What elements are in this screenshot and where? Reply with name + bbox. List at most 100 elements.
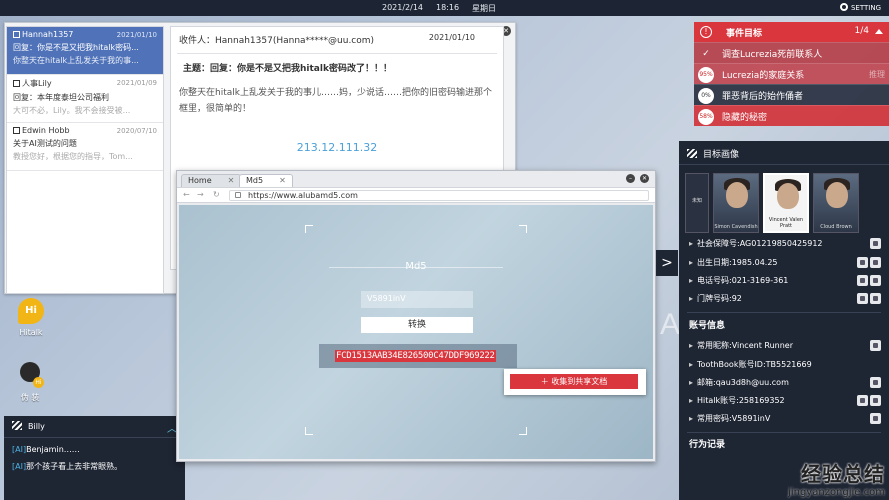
nav-bar: ← → ↻ https://www.alubamd5.com (177, 187, 655, 203)
goal-item[interactable]: ✓ 调查Lucrezia死前联系人 (694, 42, 889, 63)
info-text: 门牌号码:92 (697, 294, 742, 303)
info-text: 常用密码:V5891inV (697, 414, 771, 423)
chat-message: [AI]Benjamin…… (4, 438, 185, 455)
mail-subject: 回复：本年度泰坦公司福利 (13, 93, 109, 102)
setting-button[interactable]: SETTING (839, 3, 881, 12)
chat-panel: Billy ︿ [AI]Benjamin…… [AI]那个孩子看上去非常眼熟。 (4, 416, 185, 500)
context-menu: ＋ 收集到共享文档 (504, 369, 646, 395)
photo-simon[interactable]: Simon Cavendish (713, 173, 759, 233)
close-tab-icon[interactable]: ✕ (279, 176, 286, 185)
mail-icon (13, 80, 20, 87)
profile-info-row[interactable]: ▸ 门牌号码:92 (689, 290, 885, 307)
goal-item[interactable]: 0% 罪恶背后的始作俑者 (694, 84, 889, 105)
goal-progress: 0% (698, 88, 714, 104)
url-text: https://www.alubamd5.com (248, 191, 358, 200)
mail-date: 2020/07/10 (116, 127, 157, 135)
disguise-app-icon[interactable]: Hi 伪 装 (10, 362, 50, 403)
profile-info-row[interactable]: ▸ 电话号码:021-3169-361 (689, 272, 885, 289)
background-letter: A (660, 308, 681, 341)
minimize-icon[interactable]: – (626, 174, 635, 183)
mail-date: 2021/01/10 (116, 31, 157, 39)
photo-unknown[interactable]: 未知 (685, 173, 709, 233)
chat-bubble-icon: Hi (18, 298, 44, 324)
mail-list-item[interactable]: 人事Lily 2021/01/09 回复：本年度泰坦公司福利 大可不必，Lily… (7, 75, 163, 123)
image-icon[interactable] (857, 275, 868, 286)
divider (687, 432, 881, 433)
frame-corner (519, 225, 527, 233)
mail-from: Hannah1357 (22, 30, 74, 39)
mail-list-item[interactable]: Edwin Hobb 2020/07/10 关于AI测试的问题 教授您好，根据您… (7, 123, 163, 171)
account-info-row[interactable]: ▸ 常用密码:V5891inV (689, 410, 885, 427)
image-icon[interactable] (857, 395, 868, 406)
goal-item[interactable]: 95% Lucrezia的家庭关系 推理 (694, 63, 889, 84)
md5-input[interactable]: V5891inV (361, 291, 473, 308)
md5-page: Md5 V5891inV 转换 FCD1513AAB34E826500C47DD… (179, 205, 653, 459)
tab-home[interactable]: Home ✕ (181, 174, 242, 187)
collapse-icon[interactable] (875, 29, 883, 34)
close-icon[interactable]: ✕ (640, 174, 649, 183)
stripes-icon (687, 149, 697, 158)
photo-cloud[interactable]: Cloud Brown (813, 173, 859, 233)
profile-info-row[interactable]: ▸ 出生日期:1985.04.25 (689, 254, 885, 271)
site-watermark: 经验总结 jingyanzongjie.com (788, 458, 885, 498)
top-status-bar: 2021/2/14 18:16 星期日 SETTING (0, 0, 889, 16)
goal-progress: 95% (698, 67, 714, 83)
mail-list-item[interactable]: Hannah1357 2021/01/10 回复：你是不是又把我hitalk密码… (7, 27, 163, 75)
expand-panel-button[interactable]: > (656, 250, 678, 276)
chat-text: Benjamin…… (26, 445, 80, 454)
goal-label: 隐藏的秘密 (722, 113, 768, 123)
goal-label: Lucrezia的家庭关系 (722, 71, 805, 81)
info-text: 社会保障号:AG012198504259​12 (697, 239, 823, 248)
image-icon[interactable] (857, 293, 868, 304)
close-tab-icon[interactable]: ✕ (228, 176, 235, 185)
mail-from: 人事Lily (22, 79, 52, 88)
mail-icon (13, 127, 20, 134)
doc-icon[interactable] (870, 257, 881, 268)
convert-button[interactable]: 转换 (361, 317, 473, 333)
mail-subject: 回复：你是不是又把我hitalk密码... (13, 43, 139, 52)
profile-info-row[interactable]: ▸ 社会保障号:AG012198504259​12 (689, 235, 885, 252)
address-bar[interactable]: https://www.alubamd5.com (229, 190, 649, 201)
doc-icon[interactable] (870, 377, 881, 388)
goal-item[interactable]: 58% 隐藏的秘密 (694, 105, 889, 126)
check-icon: ✓ (702, 49, 710, 59)
back-icon[interactable]: ← (183, 190, 190, 199)
mail-recipient: 收件人：Hannah1357(Hanna*****@uu.com) (179, 36, 375, 46)
divider (329, 267, 503, 268)
menu-item-label: 收集到共享文档 (551, 377, 608, 386)
forward-icon[interactable]: → (197, 190, 204, 199)
weekday-text: 星期日 (472, 4, 496, 13)
lock-icon (235, 192, 241, 198)
doc-icon[interactable] (870, 395, 881, 406)
disguise-badge: Hi (33, 377, 44, 388)
md5-result-text[interactable]: FCD1513AAB34E826500C47DDF969222 (335, 350, 496, 362)
collect-to-shared-doc-button[interactable]: ＋ 收集到共享文档 (510, 374, 638, 389)
image-icon[interactable] (857, 257, 868, 268)
doc-icon[interactable] (870, 238, 881, 249)
goal-progress: 58% (698, 109, 714, 125)
goal-title: 事件目标 (726, 29, 763, 39)
ip-address-link[interactable]: 213.12.111.32 (171, 141, 503, 154)
hitalk-app-icon[interactable]: Hi Hitalk (12, 298, 50, 337)
mail-preview: 教授您好，根据您的指导，Tom... (13, 152, 133, 161)
reload-icon[interactable]: ↻ (213, 190, 220, 199)
account-info-row[interactable]: ▸ ToothBook账号ID:TB5521669 (689, 356, 885, 373)
doc-icon[interactable] (870, 340, 881, 351)
doc-icon[interactable] (870, 275, 881, 286)
account-info-row[interactable]: ▸ Hitalk账号:258169352 (689, 392, 885, 409)
hitalk-label: Hitalk (19, 328, 43, 337)
stripes-icon (12, 421, 22, 430)
tab-md5[interactable]: Md5 ✕ (239, 174, 293, 187)
account-info-row[interactable]: ▸ 邮箱:qau3d8h@uu.com (689, 374, 885, 391)
event-goal-panel: ! 事件目标 1/4 ✓ 调查Lucrezia死前联系人 95% Lucrezi… (694, 22, 889, 130)
doc-icon[interactable] (870, 413, 881, 424)
target-profile-panel: 目标画像 未知 Simon Cavendish Vincent Valen Pr… (679, 141, 889, 500)
mail-detail-date: 2021/01/10 (428, 33, 475, 42)
date-text: 2021/2/14 (382, 3, 424, 12)
photo-name: 未知 (691, 198, 702, 204)
gear-icon (839, 3, 848, 11)
photo-vincent[interactable]: Vincent Valen Pratt (763, 173, 809, 233)
goal-header[interactable]: ! 事件目标 1/4 (694, 22, 889, 42)
doc-icon[interactable] (870, 293, 881, 304)
account-info-row[interactable]: ▸ 常用昵称:Vincent Runner (689, 337, 885, 354)
